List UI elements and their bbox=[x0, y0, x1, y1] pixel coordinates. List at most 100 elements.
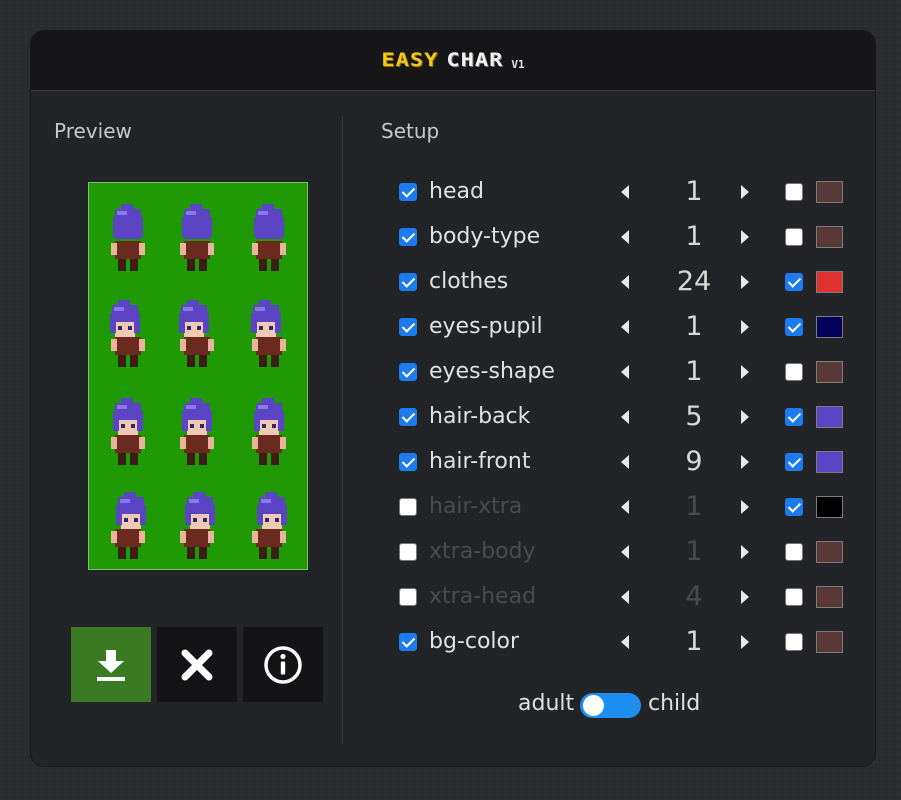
panel-divider bbox=[342, 116, 343, 744]
layer-value: 24 bbox=[676, 266, 712, 297]
layer-enable-checkbox[interactable] bbox=[399, 453, 417, 471]
layer-label: hair-front bbox=[429, 449, 531, 474]
setup-row-7: hair-xtra 1 bbox=[399, 491, 843, 522]
toggle-knob bbox=[583, 695, 604, 716]
color-enable-checkbox[interactable] bbox=[785, 498, 803, 516]
caret-left-icon[interactable] bbox=[621, 590, 629, 604]
color-enable-checkbox[interactable] bbox=[785, 453, 803, 471]
color-enable-checkbox[interactable] bbox=[785, 228, 803, 246]
setup-row-0: head 1 bbox=[399, 176, 843, 207]
caret-left-icon[interactable] bbox=[621, 635, 629, 649]
color-swatch[interactable] bbox=[816, 631, 843, 653]
download-icon bbox=[97, 649, 125, 681]
layer-label: eyes-pupil bbox=[429, 314, 543, 339]
caret-left-icon[interactable] bbox=[621, 545, 629, 559]
setup-title: Setup bbox=[381, 119, 440, 143]
caret-left-icon[interactable] bbox=[621, 500, 629, 514]
setup-row-2: clothes 24 bbox=[399, 266, 843, 297]
logo-char: CHAR bbox=[446, 49, 504, 71]
caret-right-icon[interactable] bbox=[741, 635, 749, 649]
character-sprite bbox=[110, 300, 145, 367]
caret-right-icon[interactable] bbox=[741, 500, 749, 514]
color-swatch[interactable] bbox=[816, 316, 843, 338]
layer-value: 1 bbox=[685, 176, 703, 207]
layer-label: xtra-head bbox=[429, 584, 537, 609]
layer-label: head bbox=[429, 179, 484, 204]
age-toggle-switch[interactable] bbox=[580, 693, 641, 718]
layer-label: eyes-shape bbox=[429, 359, 555, 384]
adult-label: adult bbox=[518, 691, 575, 716]
caret-left-icon[interactable] bbox=[621, 320, 629, 334]
layer-enable-checkbox[interactable] bbox=[399, 498, 417, 516]
layer-label: body-type bbox=[429, 224, 541, 249]
layer-enable-checkbox[interactable] bbox=[399, 273, 417, 291]
caret-right-icon[interactable] bbox=[741, 230, 749, 244]
color-enable-checkbox[interactable] bbox=[785, 363, 803, 381]
caret-right-icon[interactable] bbox=[741, 410, 749, 424]
color-enable-checkbox[interactable] bbox=[785, 588, 803, 606]
age-toggle-row: adult child bbox=[518, 689, 718, 719]
layer-enable-checkbox[interactable] bbox=[399, 408, 417, 426]
color-enable-checkbox[interactable] bbox=[785, 183, 803, 201]
setup-row-4: eyes-shape 1 bbox=[399, 356, 843, 387]
title-bar: EASY CHAR V1 bbox=[31, 31, 875, 91]
layer-enable-checkbox[interactable] bbox=[399, 633, 417, 651]
setup-row-1: body-type 1 bbox=[399, 221, 843, 252]
caret-right-icon[interactable] bbox=[741, 455, 749, 469]
setup-row-9: xtra-head 4 bbox=[399, 581, 843, 612]
layer-label: bg-color bbox=[429, 629, 520, 654]
color-enable-checkbox[interactable] bbox=[785, 633, 803, 651]
color-swatch[interactable] bbox=[816, 541, 843, 563]
color-enable-checkbox[interactable] bbox=[785, 273, 803, 291]
character-sprite bbox=[252, 492, 287, 559]
layer-value: 1 bbox=[685, 626, 703, 657]
color-swatch[interactable] bbox=[816, 181, 843, 203]
caret-left-icon[interactable] bbox=[621, 410, 629, 424]
setup-row-5: hair-back 5 bbox=[399, 401, 843, 432]
layer-label: xtra-body bbox=[429, 539, 536, 564]
caret-right-icon[interactable] bbox=[741, 545, 749, 559]
caret-right-icon[interactable] bbox=[741, 320, 749, 334]
setup-row-10: bg-color 1 bbox=[399, 626, 843, 657]
caret-right-icon[interactable] bbox=[741, 365, 749, 379]
download-button[interactable] bbox=[71, 627, 151, 702]
color-enable-checkbox[interactable] bbox=[785, 543, 803, 561]
color-swatch[interactable] bbox=[816, 226, 843, 248]
caret-left-icon[interactable] bbox=[621, 185, 629, 199]
child-label: child bbox=[648, 691, 701, 716]
color-swatch[interactable] bbox=[816, 406, 843, 428]
setup-row-8: xtra-body 1 bbox=[399, 536, 843, 567]
info-button[interactable] bbox=[243, 627, 323, 702]
color-swatch[interactable] bbox=[816, 361, 843, 383]
layer-value: 1 bbox=[685, 311, 703, 342]
caret-right-icon[interactable] bbox=[741, 275, 749, 289]
color-enable-checkbox[interactable] bbox=[785, 318, 803, 336]
layer-enable-checkbox[interactable] bbox=[399, 318, 417, 336]
character-sprite bbox=[111, 492, 146, 559]
color-swatch[interactable] bbox=[816, 496, 843, 518]
layer-enable-checkbox[interactable] bbox=[399, 228, 417, 246]
clear-button[interactable] bbox=[157, 627, 237, 702]
layer-value: 4 bbox=[685, 581, 703, 612]
layer-value: 5 bbox=[685, 401, 703, 432]
logo-version: V1 bbox=[511, 58, 525, 71]
caret-left-icon[interactable] bbox=[621, 275, 629, 289]
layer-enable-checkbox[interactable] bbox=[399, 363, 417, 381]
layer-enable-checkbox[interactable] bbox=[399, 543, 417, 561]
layer-value: 9 bbox=[685, 446, 703, 477]
character-sprite bbox=[180, 204, 214, 271]
caret-right-icon[interactable] bbox=[741, 185, 749, 199]
caret-right-icon[interactable] bbox=[741, 590, 749, 604]
caret-left-icon[interactable] bbox=[621, 455, 629, 469]
color-enable-checkbox[interactable] bbox=[785, 408, 803, 426]
color-swatch[interactable] bbox=[816, 586, 843, 608]
caret-left-icon[interactable] bbox=[621, 230, 629, 244]
layer-enable-checkbox[interactable] bbox=[399, 183, 417, 201]
app-window: EASY CHAR V1 Preview Setup head 1 body-typ… bbox=[30, 30, 876, 767]
setup-row-6: hair-front 9 bbox=[399, 446, 843, 477]
layer-value: 1 bbox=[685, 356, 703, 387]
layer-enable-checkbox[interactable] bbox=[399, 588, 417, 606]
caret-left-icon[interactable] bbox=[621, 365, 629, 379]
color-swatch[interactable] bbox=[816, 451, 843, 473]
color-swatch[interactable] bbox=[816, 271, 843, 293]
